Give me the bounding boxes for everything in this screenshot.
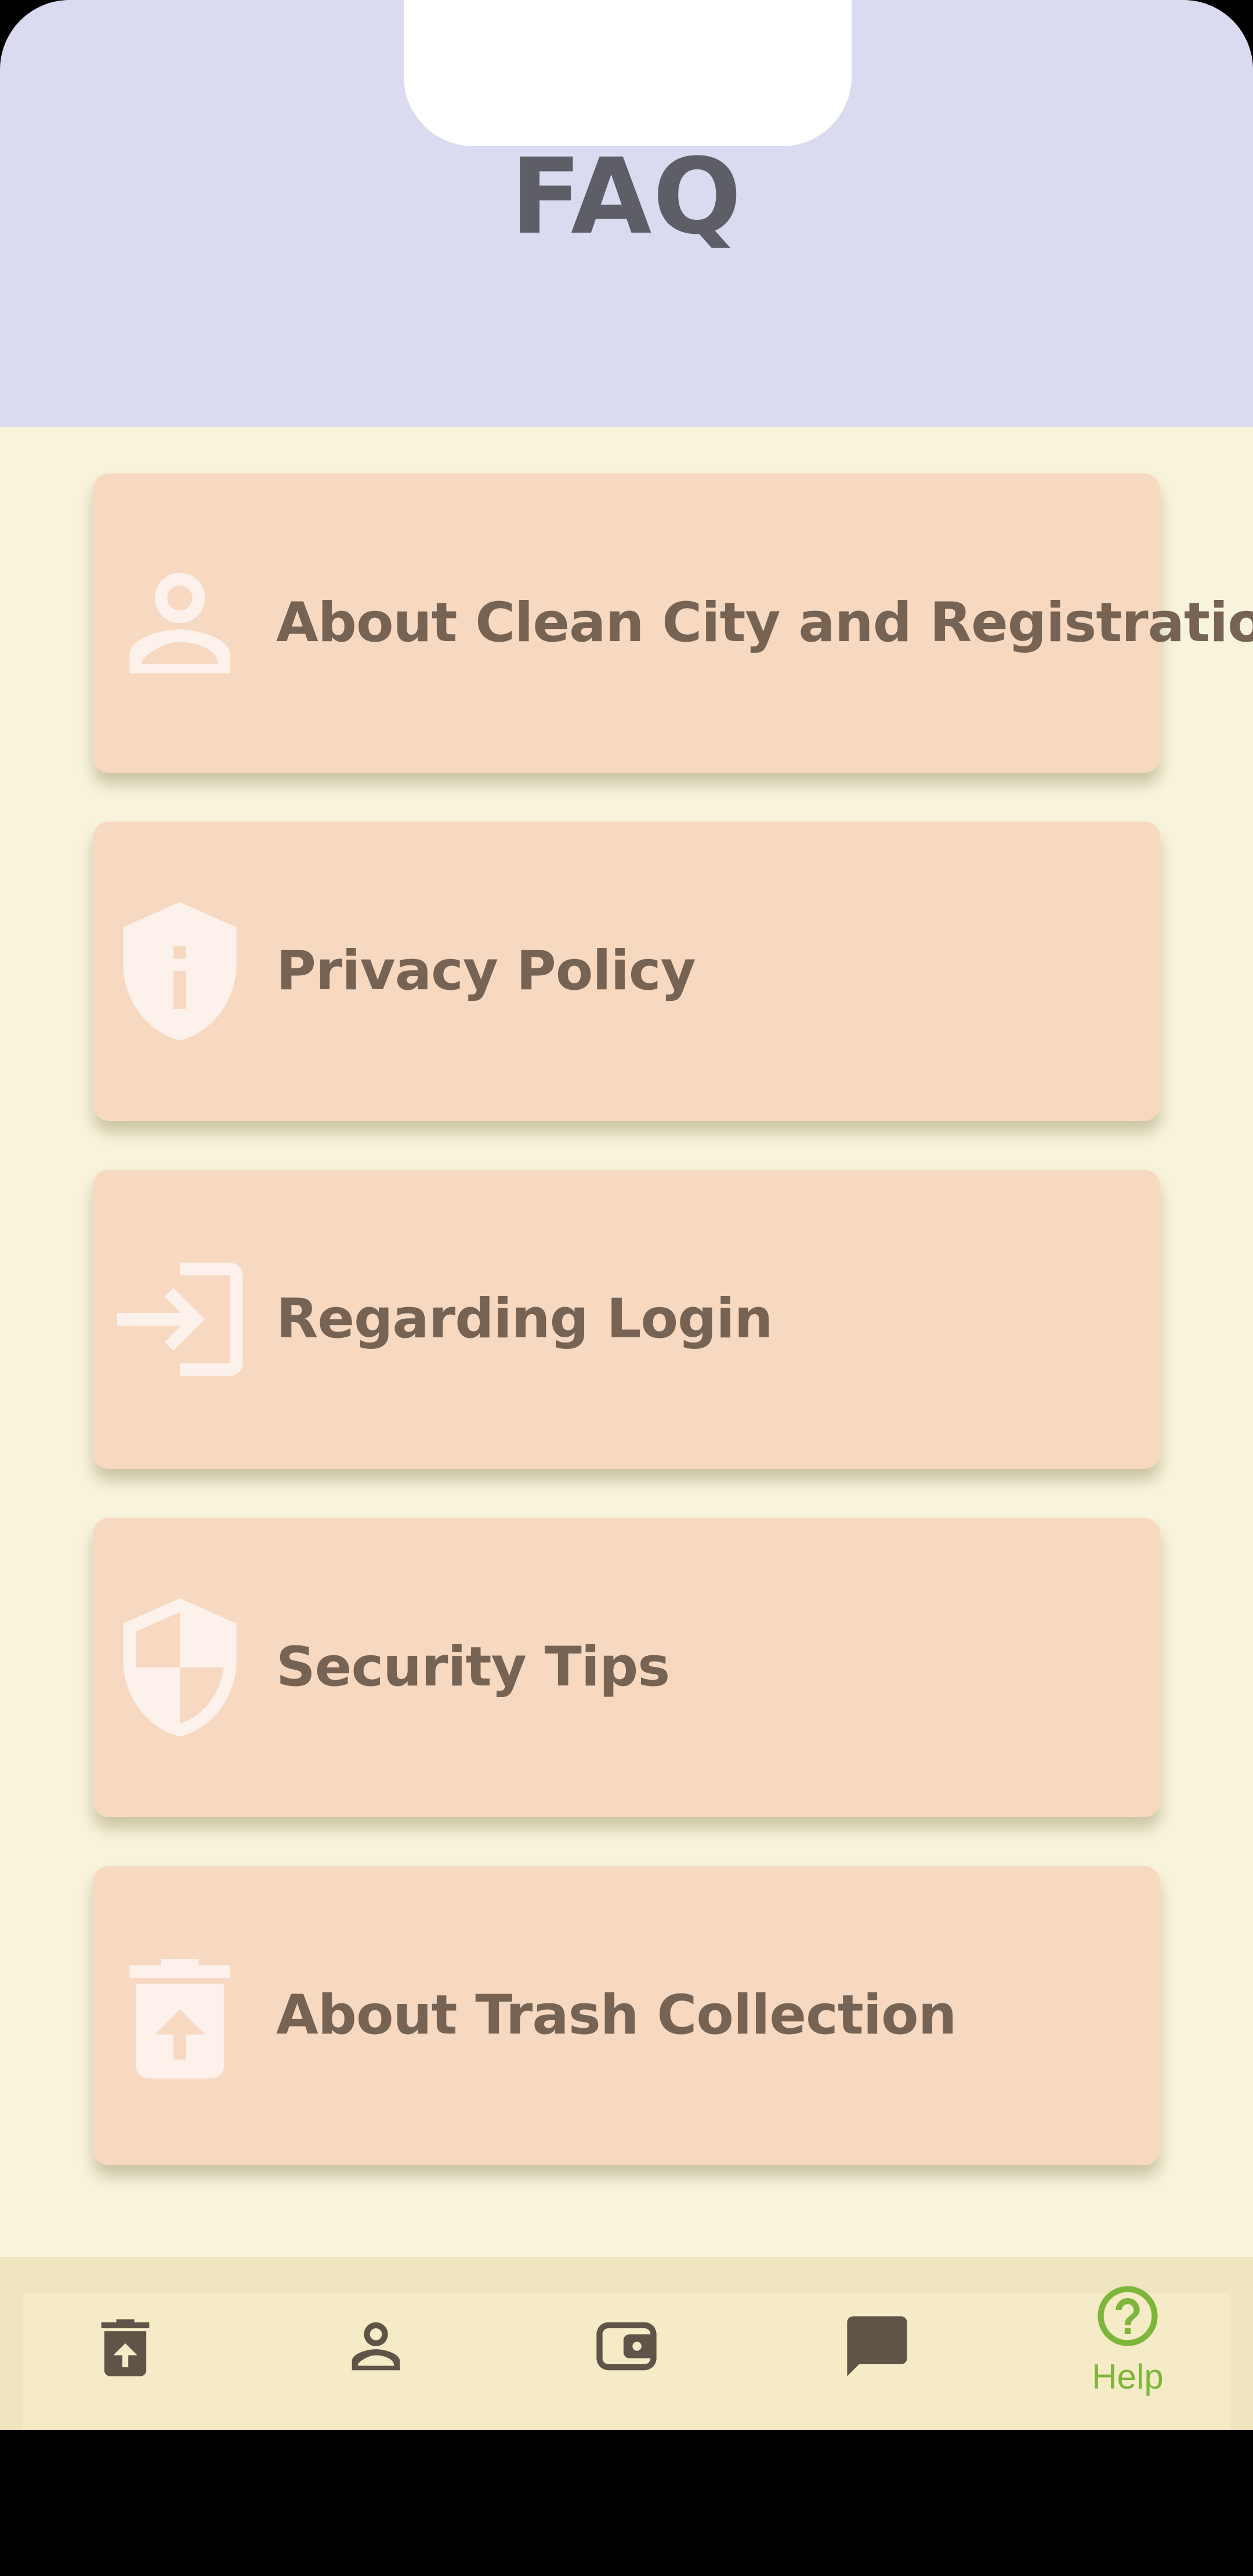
notch-corner-right <box>817 0 852 35</box>
trash-upload-icon <box>104 1940 255 2091</box>
nav-item-help[interactable]: Help <box>1041 2257 1215 2430</box>
camera-notch <box>404 0 852 146</box>
person-icon <box>340 2310 412 2382</box>
faq-item-regarding-login[interactable]: Regarding Login <box>93 1170 1160 1469</box>
page-title: FAQ <box>510 136 743 258</box>
faq-item-label: About Clean City and Registration <box>276 591 1253 654</box>
faq-item-label: Regarding Login <box>276 1287 773 1351</box>
header: FAQ <box>0 0 1253 427</box>
security-shield-icon <box>104 1592 255 1743</box>
system-navigation-bar <box>0 2430 1253 2576</box>
faq-item-trash-collection[interactable]: About Trash Collection <box>93 1866 1160 2165</box>
faq-item-clean-city-registration[interactable]: About Clean City and Registration <box>93 473 1253 773</box>
faq-item-label: Privacy Policy <box>276 939 696 1003</box>
app-screen: FAQ About Clean City and Registration Pr… <box>0 0 1253 2576</box>
bottom-navigation: Help <box>0 2257 1253 2430</box>
faq-item-label: About Trash Collection <box>276 1984 957 2047</box>
faq-item-security-tips[interactable]: Security Tips <box>93 1518 1160 1817</box>
wallet-icon <box>591 2310 662 2382</box>
trash-upload-icon <box>89 2310 161 2382</box>
shield-info-icon <box>104 896 255 1047</box>
chat-icon <box>841 2310 913 2382</box>
nav-item-wallet[interactable] <box>539 2257 714 2430</box>
faq-item-label: Security Tips <box>276 1636 670 1699</box>
nav-item-chat[interactable] <box>790 2257 964 2430</box>
person-icon <box>104 548 255 699</box>
notch-corner-left <box>404 0 439 35</box>
nav-item-trash[interactable] <box>38 2257 212 2430</box>
help-icon <box>1092 2280 1164 2352</box>
login-icon <box>104 1244 255 1395</box>
faq-item-privacy-policy[interactable]: Privacy Policy <box>93 822 1160 1121</box>
faq-list: About Clean City and Registration Privac… <box>0 427 1253 2257</box>
nav-item-label: Help <box>1092 2357 1164 2396</box>
nav-item-profile[interactable] <box>289 2257 463 2430</box>
